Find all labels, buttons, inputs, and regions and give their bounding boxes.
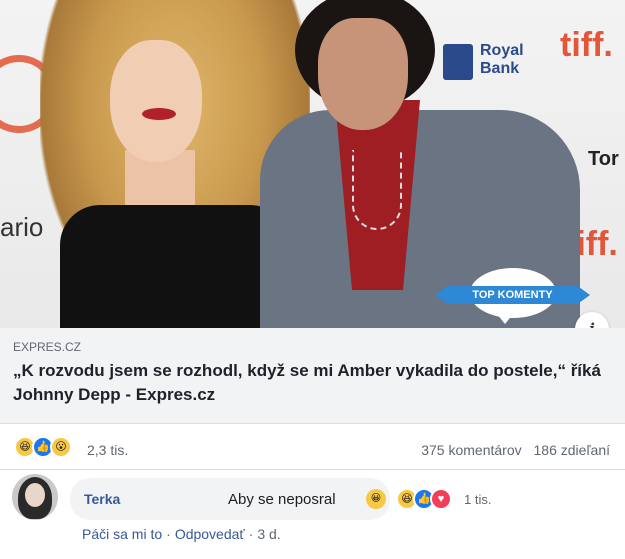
comment-author[interactable]: Terka [84,491,120,507]
man-necklace [352,150,402,230]
grin-emoji-icon: 😀 [366,489,386,509]
separator: · [166,526,171,542]
comment-bubble: Terka Aby se neposral 😀 [70,478,390,520]
comment-text: Aby se neposral [228,491,336,508]
comment-time[interactable]: 3 d. [257,526,280,542]
wow-icon: 😮 [50,436,72,458]
backdrop-text: Tor [588,148,619,170]
reaction-count[interactable]: 2,3 tis. [87,442,128,458]
avatar-face [25,483,45,507]
rbc-line-2: Bank [480,60,520,77]
rbc-wordmark: Royal Bank [480,42,540,78]
like-action[interactable]: Páči sa mi to [82,526,162,542]
woman-face [110,40,202,162]
badge-tail [497,314,513,324]
link-title[interactable]: „K rozvodu jsem se rozhodl, když se mi A… [13,359,603,407]
woman-lips [142,108,176,120]
link-preview[interactable]: EXPRES.CZ „K rozvodu jsem se rozhodl, kd… [0,328,625,424]
comment-actions: Páči sa mi to · Odpovedať · 3 d. [82,526,281,542]
badge-label: TOP KOMENTY [435,286,590,304]
engagement-counts: 375 komentárov 186 zdieľaní [421,442,610,458]
comments-count[interactable]: 375 komentárov [421,442,521,458]
love-icon: ♥ [430,488,452,510]
article-photo[interactable]: tiff tiff. tiff. Royal Bank ario Tor TOP… [0,0,625,328]
rbc-line-1: Royal [480,42,524,59]
man-face [318,18,408,130]
comment: Terka Aby se neposral 😀 😆 👍 ♥ 1 tis. Páč… [12,474,612,554]
post-stats: 😆 👍 😮 2,3 tis. 375 komentárov 186 zdieľa… [0,430,625,470]
reply-action[interactable]: Odpovedať [175,526,245,542]
top-comments-badge: TOP KOMENTY [435,268,590,326]
link-domain: EXPRES.CZ [13,340,82,354]
backdrop-tiff-logo: tiff. [560,26,613,64]
shares-count[interactable]: 186 zdieľaní [534,442,610,458]
woman-dress [60,205,290,328]
avatar[interactable] [12,474,58,520]
comment-reaction-count[interactable]: 1 tis. [464,492,491,507]
backdrop-text: ario [0,212,44,242]
rbc-logo [443,44,473,80]
separator: · [248,526,254,542]
